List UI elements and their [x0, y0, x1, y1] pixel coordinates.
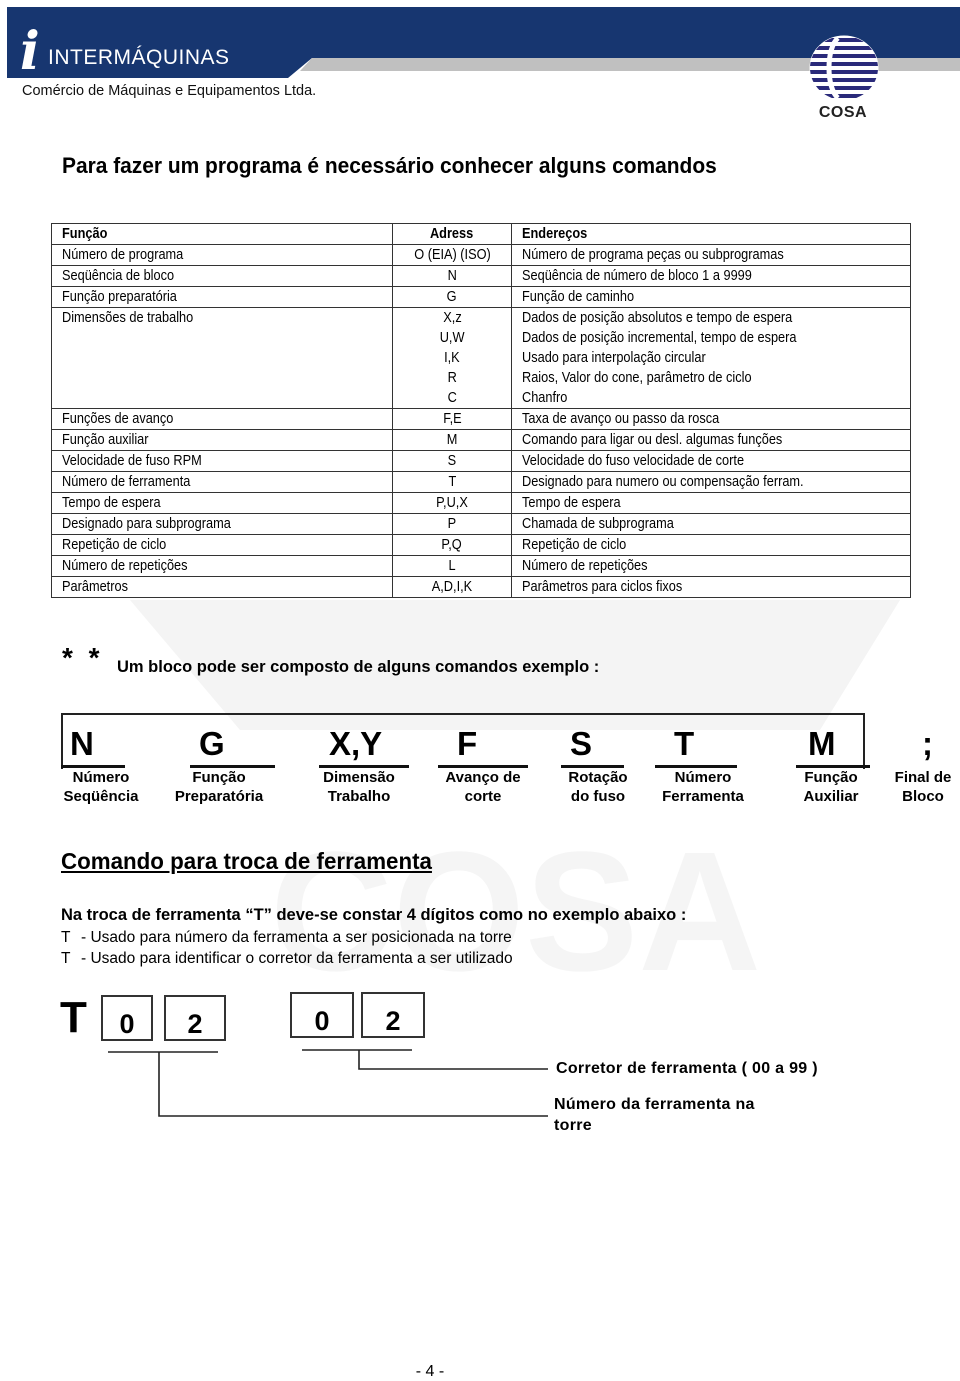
tool-number-label-line1: Número da ferramenta na	[554, 1096, 755, 1113]
tool-number-connector	[158, 1052, 548, 1117]
page-number: - 4 -	[415, 1363, 445, 1380]
corrector-connector	[358, 1050, 548, 1070]
connector-lines	[108, 1049, 548, 1117]
tool-number-label-line2: torre	[554, 1117, 592, 1134]
corrector-label: Corretor de ferramenta ( 00 a 99 )	[556, 1060, 818, 1077]
